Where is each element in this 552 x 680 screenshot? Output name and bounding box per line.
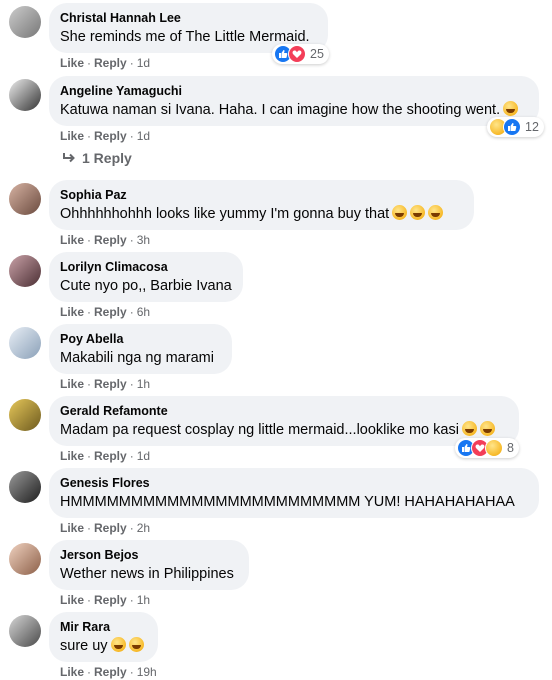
- comment-timestamp[interactable]: 6h: [137, 305, 150, 319]
- reply-button[interactable]: Reply: [94, 377, 127, 391]
- comment-text: Makabili nga ng marami: [60, 350, 214, 366]
- comment-timestamp[interactable]: 1d: [137, 129, 150, 143]
- avatar[interactable]: [9, 399, 41, 431]
- like-button[interactable]: Like: [60, 665, 84, 679]
- smiling-emoji-icon: [461, 421, 477, 436]
- comment-author[interactable]: Christal Hannah Lee: [60, 11, 316, 26]
- comment-text-content: Katuwa naman si Ivana. Haha. I can imagi…: [60, 102, 501, 118]
- comment-author[interactable]: Mir Rara: [60, 620, 146, 635]
- reply-button[interactable]: Reply: [94, 233, 127, 247]
- comment-text: Wether news in Philippines: [60, 566, 234, 582]
- grinning-emoji-icon: [503, 101, 519, 116]
- like-button[interactable]: Like: [60, 233, 84, 247]
- comment-actions: Like · Reply · 19h: [60, 665, 157, 679]
- comment-text: Ohhhhhhohhh looks like yummy I'm gonna b…: [60, 205, 462, 224]
- comment-text-content: sure uy: [60, 638, 108, 654]
- comment-author[interactable]: Gerald Refamonte: [60, 404, 507, 419]
- reply-button[interactable]: Reply: [94, 305, 127, 319]
- reply-button[interactable]: Reply: [94, 56, 127, 70]
- comment-text-content: Ohhhhhhohhh looks like yummy I'm gonna b…: [60, 206, 390, 222]
- avatar[interactable]: [9, 255, 41, 287]
- comment-author[interactable]: Genesis Flores: [60, 476, 527, 491]
- comment-text: Katuwa naman si Ivana. Haha. I can imagi…: [60, 101, 527, 120]
- comment-bubble: Mir Rara sure uy: [49, 612, 158, 662]
- reaction-summary[interactable]: 12: [487, 117, 544, 137]
- comment-author[interactable]: Sophia Paz: [60, 188, 462, 203]
- comment-timestamp[interactable]: 1h: [137, 593, 150, 607]
- comment-bubble: Poy Abella Makabili nga ng marami: [49, 324, 232, 374]
- heart-eyes-emoji-icon: [479, 421, 495, 436]
- comment-actions: Like · Reply · 1d: [60, 449, 151, 463]
- haha-reaction-icon: [485, 439, 503, 457]
- love-reaction-icon: [288, 45, 306, 63]
- comment-bubble: Jerson Bejos Wether news in Philippines: [49, 540, 249, 590]
- comment-actions: Like · Reply · 2h: [60, 521, 151, 535]
- like-button[interactable]: Like: [60, 56, 84, 70]
- comment-bubble: Angeline Yamaguchi Katuwa naman si Ivana…: [49, 76, 539, 126]
- like-button[interactable]: Like: [60, 449, 84, 463]
- reply-arrow-icon: [63, 153, 75, 163]
- tears-of-joy-emoji-icon: [128, 637, 144, 652]
- comment-timestamp[interactable]: 1d: [137, 56, 150, 70]
- comment-timestamp[interactable]: 3h: [137, 233, 150, 247]
- reply-button[interactable]: Reply: [94, 449, 127, 463]
- smiling-emoji-icon: [410, 205, 426, 220]
- comment-actions: Like · Reply · 1d: [60, 56, 151, 70]
- avatar[interactable]: [9, 471, 41, 503]
- avatar[interactable]: [9, 615, 41, 647]
- comment-actions: Like · Reply · 1h: [60, 593, 151, 607]
- comment-actions: Like · Reply · 3h: [60, 233, 151, 247]
- comment-actions: Like · Reply · 1d: [60, 129, 151, 143]
- comment-author[interactable]: Poy Abella: [60, 332, 220, 347]
- avatar[interactable]: [9, 543, 41, 575]
- comment-timestamp[interactable]: 1d: [137, 449, 150, 463]
- comment-actions: Like · Reply · 1h: [60, 377, 151, 391]
- tears-of-joy-emoji-icon: [110, 637, 126, 652]
- reply-button[interactable]: Reply: [94, 665, 127, 679]
- comment-bubble: Gerald Refamonte Madam pa request cospla…: [49, 396, 519, 446]
- reaction-summary[interactable]: 8: [455, 438, 519, 458]
- reply-button[interactable]: Reply: [94, 521, 127, 535]
- reaction-count: 12: [525, 120, 539, 134]
- view-replies-label[interactable]: 1 Reply: [82, 150, 132, 166]
- comment-actions: Like · Reply · 6h: [60, 305, 151, 319]
- smiling-emoji-icon: [392, 205, 408, 220]
- like-reaction-icon: [503, 118, 521, 136]
- comment-author[interactable]: Jerson Bejos: [60, 548, 237, 563]
- comment-bubble: Lorilyn Climacosa Cute nyo po,, Barbie I…: [49, 252, 243, 302]
- view-replies-link[interactable]: 1 Reply: [62, 150, 132, 166]
- avatar[interactable]: [9, 79, 41, 111]
- comment-text: sure uy: [60, 637, 146, 656]
- avatar[interactable]: [9, 327, 41, 359]
- like-button[interactable]: Like: [60, 593, 84, 607]
- comment-timestamp[interactable]: 1h: [137, 377, 150, 391]
- grinning-emoji-icon: [428, 205, 444, 220]
- comment-timestamp[interactable]: 2h: [137, 521, 150, 535]
- comment-author[interactable]: Lorilyn Climacosa: [60, 260, 231, 275]
- reaction-count: 25: [310, 47, 324, 61]
- comment-bubble: Sophia Paz Ohhhhhhohhh looks like yummy …: [49, 180, 474, 230]
- comment-timestamp[interactable]: 19h: [137, 665, 157, 679]
- avatar[interactable]: [9, 183, 41, 215]
- reaction-summary[interactable]: 25: [272, 44, 329, 64]
- reply-button[interactable]: Reply: [94, 593, 127, 607]
- avatar[interactable]: [9, 6, 41, 38]
- comment-bubble: Genesis Flores HMMMMMMMMMMMMMMMMMMMMMMMM…: [49, 468, 539, 518]
- like-button[interactable]: Like: [60, 377, 84, 391]
- reply-button[interactable]: Reply: [94, 129, 127, 143]
- like-button[interactable]: Like: [60, 305, 84, 319]
- like-button[interactable]: Like: [60, 521, 84, 535]
- reaction-count: 8: [507, 441, 514, 455]
- comment-text: HMMMMMMMMMMMMMMMMMMMMMMMM YUM! HAHAHAHAH…: [60, 494, 515, 510]
- like-button[interactable]: Like: [60, 129, 84, 143]
- comment-text: Cute nyo po,, Barbie Ivana: [60, 278, 232, 294]
- comment-text-content: Madam pa request cosplay ng little merma…: [60, 422, 459, 438]
- comment-text: Madam pa request cosplay ng little merma…: [60, 421, 507, 440]
- comment-author[interactable]: Angeline Yamaguchi: [60, 84, 527, 99]
